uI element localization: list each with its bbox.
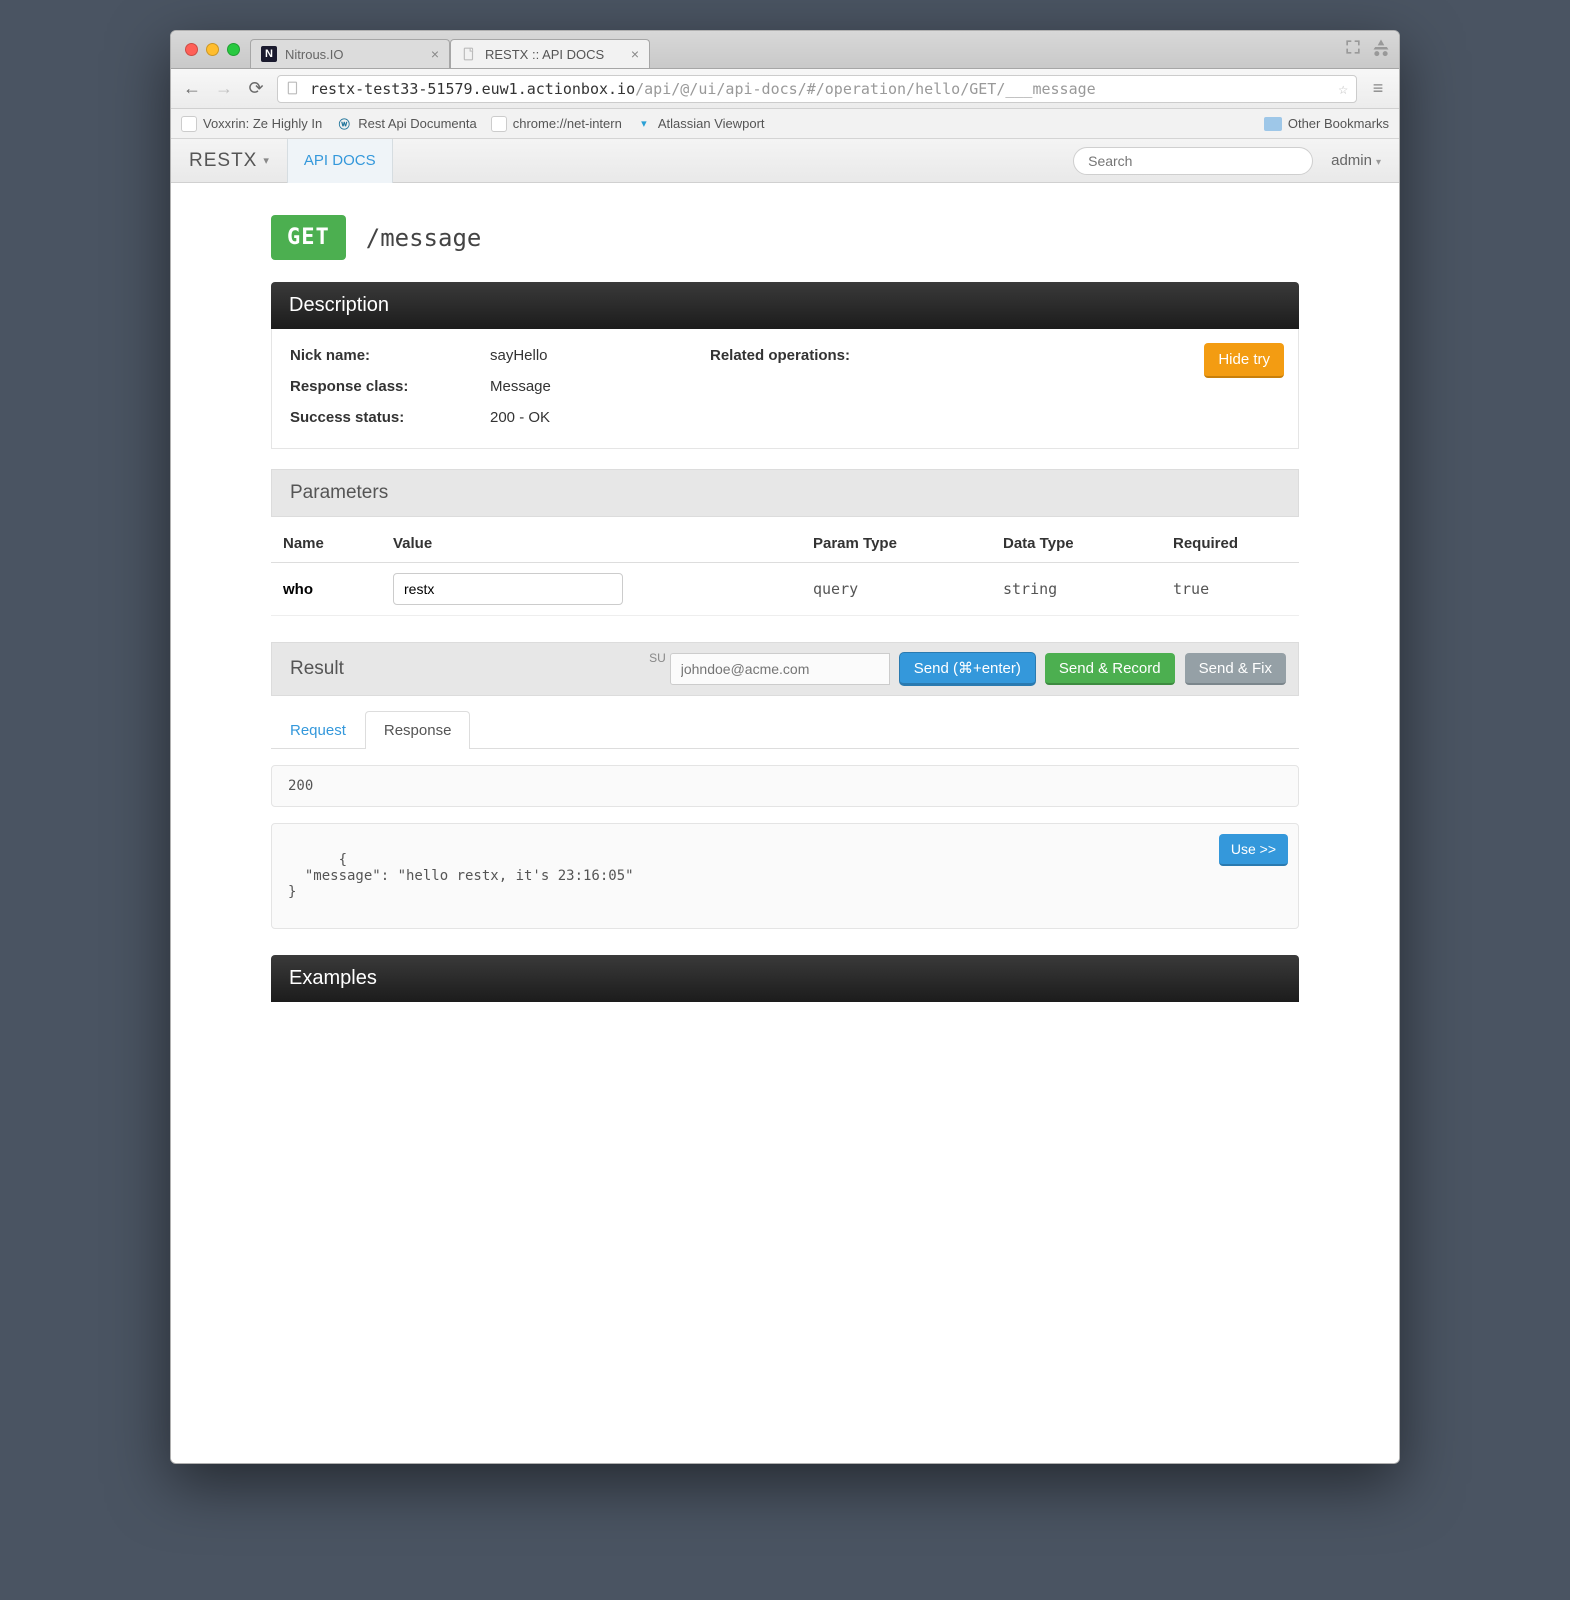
related-operations-label: Related operations: bbox=[710, 347, 1010, 364]
tab-request[interactable]: Request bbox=[271, 711, 365, 749]
url-host: restx-test33-51579.euw1.actionbox.io bbox=[310, 80, 635, 98]
browser-tab-strip: N Nitrous.IO × RESTX :: API DOCS × bbox=[171, 31, 1399, 69]
favicon-nitrous: N bbox=[261, 46, 277, 62]
response-body-box: Use >> { "message": "hello restx, it's 23… bbox=[271, 823, 1299, 929]
param-required: true bbox=[1161, 563, 1299, 616]
send-record-button[interactable]: Send & Record bbox=[1045, 653, 1175, 685]
fullscreen-icon[interactable] bbox=[1343, 37, 1363, 62]
page-content: GET /message Description Hide try Nick n… bbox=[171, 183, 1399, 1463]
brand-dropdown-icon[interactable]: ▾ bbox=[263, 154, 269, 167]
bookmark-restapi[interactable]: ⓦ Rest Api Documenta bbox=[336, 116, 477, 132]
page-icon bbox=[286, 81, 302, 97]
bookmark-label: Rest Api Documenta bbox=[358, 116, 477, 131]
user-menu[interactable]: admin ▾ bbox=[1331, 152, 1381, 169]
tab-response[interactable]: Response bbox=[365, 711, 471, 749]
chevron-down-icon: ▾ bbox=[1376, 157, 1381, 168]
section-examples-header: Examples bbox=[271, 955, 1299, 1002]
tab-title: RESTX :: API DOCS bbox=[485, 47, 604, 62]
other-bookmarks-label: Other Bookmarks bbox=[1288, 116, 1389, 131]
bookmark-bar: Voxxrin: Ze Highly In ⓦ Rest Api Documen… bbox=[171, 109, 1399, 139]
browser-tab-nitrous[interactable]: N Nitrous.IO × bbox=[250, 39, 450, 68]
table-row: who query string true bbox=[271, 563, 1299, 616]
bookmark-label: Voxxrin: Ze Highly In bbox=[203, 116, 322, 131]
atlassian-icon: ▾ bbox=[636, 116, 652, 132]
incognito-icon bbox=[1371, 37, 1391, 62]
response-body-text: { "message": "hello restx, it's 23:16:05… bbox=[288, 852, 634, 900]
use-button[interactable]: Use >> bbox=[1219, 834, 1288, 866]
section-description-header: Description bbox=[271, 282, 1299, 329]
bookmark-icon bbox=[181, 116, 197, 132]
close-window-icon[interactable] bbox=[185, 43, 198, 56]
close-tab-icon[interactable]: × bbox=[431, 46, 439, 62]
result-tabs: Request Response bbox=[271, 710, 1299, 749]
col-required: Required bbox=[1161, 525, 1299, 563]
section-parameters-header: Parameters bbox=[271, 469, 1299, 517]
browser-window: N Nitrous.IO × RESTX :: API DOCS × ← → ⟳ bbox=[170, 30, 1400, 1464]
bookmark-netinternals[interactable]: chrome://net-intern bbox=[491, 116, 622, 132]
send-fix-button[interactable]: Send & Fix bbox=[1185, 653, 1286, 685]
su-label: SU bbox=[649, 651, 666, 665]
forward-button: → bbox=[213, 78, 235, 100]
param-datatype: string bbox=[991, 563, 1161, 616]
param-name: who bbox=[283, 581, 313, 598]
address-bar[interactable]: restx-test33-51579.euw1.actionbox.io/api… bbox=[277, 75, 1357, 103]
su-input[interactable] bbox=[670, 653, 890, 685]
bookmark-label: chrome://net-intern bbox=[513, 116, 622, 131]
back-button[interactable]: ← bbox=[181, 78, 203, 100]
app-navbar: RESTX ▾ API DOCS admin ▾ bbox=[171, 139, 1399, 183]
param-type: query bbox=[801, 563, 991, 616]
response-class-label: Response class: bbox=[290, 378, 490, 395]
success-status-label: Success status: bbox=[290, 409, 490, 426]
maximize-window-icon[interactable] bbox=[227, 43, 240, 56]
minimize-window-icon[interactable] bbox=[206, 43, 219, 56]
nick-name-value: sayHello bbox=[490, 347, 710, 364]
response-class-value: Message bbox=[490, 378, 710, 395]
response-status-box: 200 bbox=[271, 765, 1299, 807]
url-path: /api/@/ui/api-docs/#/operation/hello/GET… bbox=[635, 80, 1096, 98]
operation-path: /message bbox=[366, 224, 482, 252]
bookmark-label: Atlassian Viewport bbox=[658, 116, 765, 131]
hide-try-button[interactable]: Hide try bbox=[1204, 343, 1284, 378]
bookmark-icon bbox=[491, 116, 507, 132]
nav-tab-api-docs[interactable]: API DOCS bbox=[287, 139, 393, 183]
reload-button[interactable]: ⟳ bbox=[245, 78, 267, 100]
col-value: Value bbox=[381, 525, 801, 563]
other-bookmarks[interactable]: Other Bookmarks bbox=[1264, 116, 1389, 131]
parameters-table: Name Value Param Type Data Type Required… bbox=[271, 525, 1299, 616]
close-tab-icon[interactable]: × bbox=[631, 46, 639, 62]
folder-icon bbox=[1264, 117, 1282, 131]
success-status-value: 200 - OK bbox=[490, 409, 710, 426]
section-result-header: Result bbox=[290, 658, 344, 680]
user-name: admin bbox=[1331, 152, 1372, 169]
brand: RESTX bbox=[189, 150, 257, 172]
description-body: Hide try Nick name: sayHello Related ope… bbox=[271, 329, 1299, 449]
nick-name-label: Nick name: bbox=[290, 347, 490, 364]
bookmark-star-icon[interactable]: ☆ bbox=[1338, 79, 1348, 98]
bookmark-voxxrin[interactable]: Voxxrin: Ze Highly In bbox=[181, 116, 322, 132]
col-name: Name bbox=[271, 525, 381, 563]
tab-title: Nitrous.IO bbox=[285, 47, 344, 62]
send-button[interactable]: Send (⌘+enter) bbox=[900, 653, 1035, 685]
col-data-type: Data Type bbox=[991, 525, 1161, 563]
address-bar-row: ← → ⟳ restx-test33-51579.euw1.actionbox.… bbox=[171, 69, 1399, 109]
wordpress-icon: ⓦ bbox=[336, 116, 352, 132]
operation-header: GET /message bbox=[271, 215, 1299, 260]
window-controls[interactable] bbox=[185, 43, 240, 56]
http-method-badge: GET bbox=[271, 215, 346, 260]
col-param-type: Param Type bbox=[801, 525, 991, 563]
favicon-generic bbox=[461, 46, 477, 62]
param-value-input[interactable] bbox=[393, 573, 623, 605]
search-input[interactable] bbox=[1073, 147, 1313, 175]
result-toolbar: Result SU Send (⌘+enter) Send & Record S… bbox=[271, 642, 1299, 696]
bookmark-atlassian[interactable]: ▾ Atlassian Viewport bbox=[636, 116, 765, 132]
browser-tab-restx[interactable]: RESTX :: API DOCS × bbox=[450, 39, 650, 68]
browser-menu-icon[interactable]: ≡ bbox=[1367, 78, 1389, 99]
